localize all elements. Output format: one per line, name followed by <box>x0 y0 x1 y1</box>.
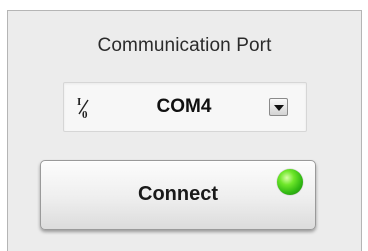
connect-button[interactable]: Connect <box>40 160 316 230</box>
dropdown-arrow-icon[interactable] <box>269 98 288 116</box>
connect-button-label: Connect <box>138 183 218 205</box>
port-selector[interactable]: I 0 COM4 <box>63 82 307 132</box>
port-value: COM4 <box>156 96 212 117</box>
status-led-icon <box>277 169 303 195</box>
svg-text:0: 0 <box>82 109 88 121</box>
communication-port-panel: Communication Port I 0 COM4 Connect <box>7 10 362 251</box>
io-resource-icon: I 0 <box>75 94 93 122</box>
svg-text:I: I <box>77 96 81 108</box>
panel-title: Communication Port <box>97 35 272 56</box>
